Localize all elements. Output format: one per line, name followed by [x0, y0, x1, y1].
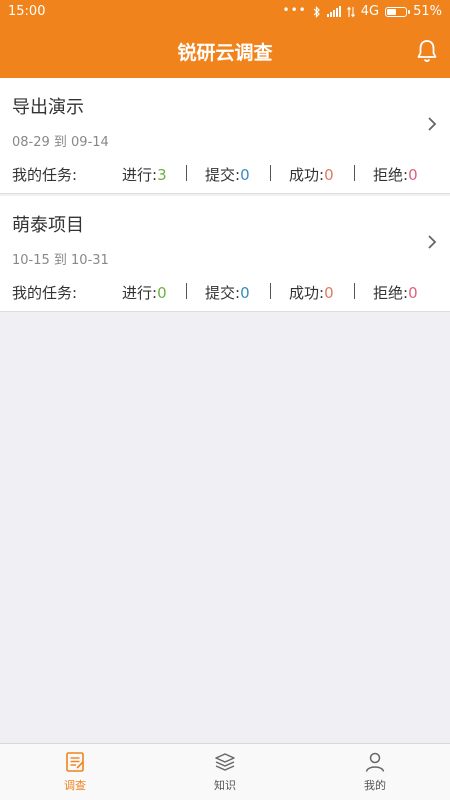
network-type: 4G [360, 4, 380, 19]
stat-value: 0 [324, 284, 334, 302]
task-stats: 我的任务: 进行:0 提交:0 成功:0 拒绝:0 [12, 282, 420, 302]
stat-rejected: 拒绝:0 [373, 282, 418, 303]
project-date-range: 10-15 到 10-31 [12, 253, 109, 268]
project-card[interactable]: 导出演示 08-29 到 09-14 我的任务: 进行:3 提交:0 成功:0 … [0, 78, 450, 194]
tab-label: 调查 [64, 779, 86, 792]
stat-value: 0 [157, 284, 167, 302]
stat-submitted: 提交:0 [205, 164, 250, 185]
project-name: 萌泰项目 [12, 215, 84, 236]
stat-rejected: 拒绝:0 [373, 164, 418, 185]
stat-value: 0 [324, 166, 334, 184]
dots-icon: ••• [282, 2, 307, 17]
status-time: 15:00 [8, 4, 46, 19]
stat-label: 进行: [122, 166, 158, 184]
project-date-range: 08-29 到 09-14 [12, 135, 109, 150]
tab-label: 知识 [214, 779, 236, 792]
stat-label: 成功: [289, 284, 325, 302]
signal-icon [326, 6, 341, 17]
stat-label: 拒绝: [373, 284, 409, 302]
divider [354, 283, 355, 299]
stat-value: 0 [240, 284, 250, 302]
tab-label: 我的 [364, 779, 386, 792]
data-arrows-icon [346, 6, 355, 17]
stat-submitted: 提交:0 [205, 282, 250, 303]
tasks-label: 我的任务: [12, 284, 78, 302]
app-header: 锐研云调查 [0, 24, 450, 78]
task-stats: 我的任务: 进行:3 提交:0 成功:0 拒绝:0 [12, 164, 420, 184]
project-card[interactable]: 萌泰项目 10-15 到 10-31 我的任务: 进行:0 提交:0 成功:0 … [0, 196, 450, 312]
stat-label: 提交: [205, 284, 241, 302]
tab-knowledge[interactable]: 知识 [150, 744, 300, 800]
stat-success: 成功:0 [289, 282, 334, 303]
books-icon [215, 753, 235, 771]
divider [186, 165, 187, 181]
stat-label: 拒绝: [373, 166, 409, 184]
stat-success: 成功:0 [289, 164, 334, 185]
battery-percent: 51% [413, 4, 442, 19]
divider [186, 283, 187, 299]
status-bar: 15:00 ••• 4G 51% [0, 0, 450, 24]
survey-icon [66, 752, 84, 772]
tasks-label: 我的任务: [12, 166, 78, 184]
user-icon [365, 752, 385, 772]
stat-value: 3 [157, 166, 167, 184]
status-icons: ••• 4G 51% [282, 2, 443, 20]
stat-value: 0 [408, 284, 418, 302]
divider [270, 283, 271, 299]
project-list: 导出演示 08-29 到 09-14 我的任务: 进行:3 提交:0 成功:0 … [0, 78, 450, 312]
stat-in-progress: 进行:3 [122, 164, 167, 185]
tab-survey[interactable]: 调查 [0, 744, 150, 800]
stat-value: 0 [408, 166, 418, 184]
bluetooth-icon [313, 5, 320, 18]
bell-icon[interactable] [414, 38, 440, 64]
tab-profile[interactable]: 我的 [300, 744, 450, 800]
project-name: 导出演示 [12, 97, 84, 118]
page-title: 锐研云调查 [177, 42, 273, 64]
divider [270, 165, 271, 181]
stat-label: 进行: [122, 284, 158, 302]
stat-label: 成功: [289, 166, 325, 184]
stat-label: 提交: [205, 166, 241, 184]
stat-in-progress: 进行:0 [122, 282, 167, 303]
battery-icon [385, 6, 411, 17]
stat-value: 0 [240, 166, 250, 184]
divider [354, 165, 355, 181]
chevron-right-icon [428, 117, 437, 131]
chevron-right-icon [428, 235, 437, 249]
bottom-tab-bar: 调查 知识 我的 [0, 743, 450, 800]
